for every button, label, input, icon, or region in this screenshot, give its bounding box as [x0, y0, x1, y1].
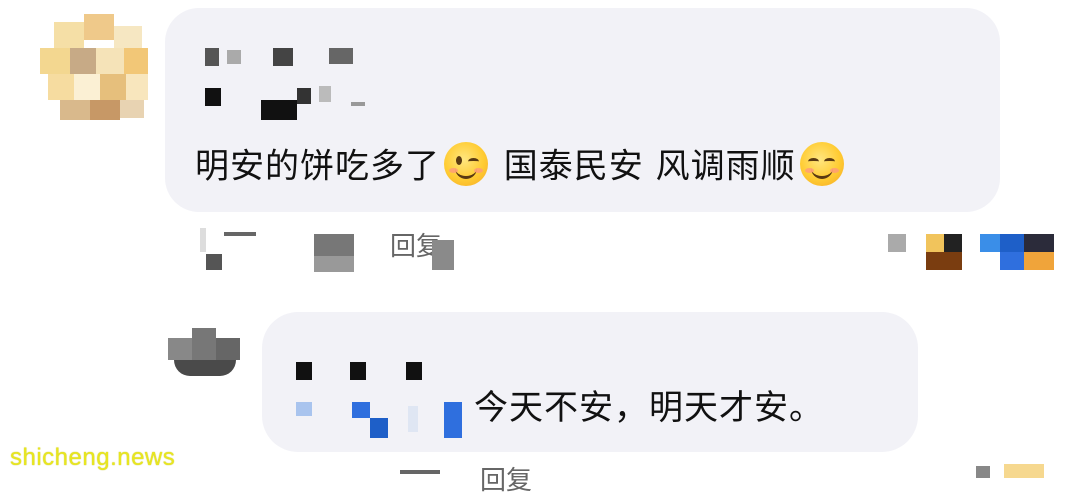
like-reactions[interactable] — [888, 232, 1058, 272]
username-redacted[interactable] — [205, 48, 365, 123]
watermark: shicheng.news — [10, 444, 176, 471]
smiling-face-icon — [799, 142, 844, 186]
username-redacted[interactable] — [296, 362, 466, 440]
reply-button[interactable]: 回复 — [480, 460, 532, 497]
comment-meta-redacted — [400, 466, 460, 478]
like-count-redacted[interactable] — [976, 464, 1056, 478]
comment-text: 明安的饼吃多了 国泰民安 风调雨顺 — [195, 142, 848, 190]
avatar[interactable] — [40, 14, 150, 120]
reply-label-redacted-block — [420, 240, 464, 270]
comment-meta-redacted — [200, 228, 380, 272]
avatar[interactable] — [168, 322, 240, 378]
comment-text: 今天不安，明天才安。 — [474, 388, 824, 428]
winking-face-icon — [444, 142, 488, 186]
comment-text-part: 国泰民安 风调雨顺 — [492, 146, 796, 187]
comment-text-part: 明安的饼吃多了 — [195, 146, 440, 187]
